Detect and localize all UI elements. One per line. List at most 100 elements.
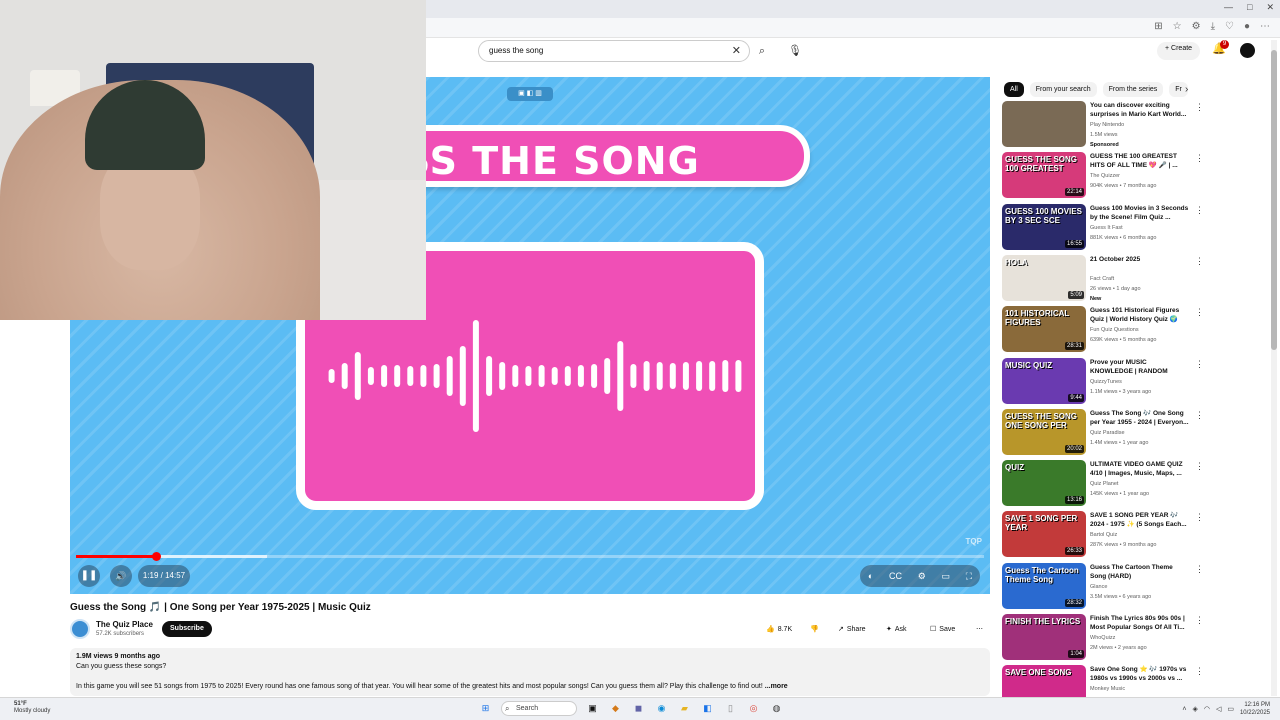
more-options-icon[interactable]: ⋮ — [1195, 461, 1204, 472]
microphone-icon[interactable]: 🎙 — [785, 41, 805, 61]
quiz-mode-toggle[interactable]: ▣ ◧ ▥ — [507, 87, 553, 101]
maximize-button[interactable]: □ — [1247, 2, 1252, 13]
more-options-icon[interactable]: ⋮ — [1195, 512, 1204, 523]
recommendation-title[interactable]: SAVE 1 SONG PER YEAR 🎶 2024 - 1975 ✨ (5 … — [1090, 511, 1190, 529]
pause-button[interactable]: ❚❚ — [78, 565, 100, 587]
channel-avatar[interactable] — [70, 619, 90, 639]
recommendation-item[interactable]: HOLA 5:09 21 October 2025 Fact Craft 26 view… — [1002, 254, 1204, 302]
account-avatar[interactable] — [1240, 43, 1255, 58]
extensions-icon[interactable]: ⚙ — [1192, 21, 1201, 32]
share-button[interactable]: ↗ Share — [832, 621, 872, 637]
taskbar-search[interactable]: ⌕ Search — [501, 701, 577, 716]
recommendation-title[interactable]: ULTIMATE VIDEO GAME QUIZ 4/10 | Images, … — [1090, 460, 1190, 478]
search-input[interactable]: guess the song ✕ — [478, 40, 750, 62]
store-icon[interactable]: ◧ — [700, 701, 715, 716]
subscribe-button[interactable]: Subscribe — [162, 621, 212, 637]
search-icon[interactable]: ⌕ — [752, 41, 772, 61]
tray-overflow-icon[interactable]: ˄ — [1182, 706, 1186, 713]
more-options-icon[interactable]: ⋮ — [1195, 256, 1204, 267]
wifi-icon[interactable]: ◠ — [1204, 705, 1210, 713]
recommendation-title[interactable]: Prove your MUSIC KNOWLEDGE | RANDOM MUSI… — [1090, 358, 1190, 376]
fullscreen-icon[interactable]: ⛶ — [966, 571, 972, 582]
weather-widget[interactable]: 51°F Mostly cloudy — [14, 701, 50, 715]
more-options-icon[interactable]: ⋮ — [1195, 666, 1204, 677]
recommendation-channel[interactable]: Quiz Planet — [1090, 481, 1118, 487]
task-view-icon[interactable]: ▣ — [585, 701, 600, 716]
recommendation-item[interactable]: QUIZ 13:16 ULTIMATE VIDEO GAME QUIZ 4/10 |… — [1002, 460, 1204, 507]
progress-bar[interactable] — [76, 552, 984, 561]
recommendation-title[interactable]: You can discover exciting surprises in M… — [1090, 101, 1190, 119]
recommendation-title[interactable]: Save One Song ⭐ 🎶 1970s vs 1980s vs 1990… — [1090, 665, 1190, 683]
recommendation-title[interactable]: 21 October 2025 — [1090, 255, 1190, 273]
chrome-icon[interactable]: ◎ — [746, 701, 761, 716]
recommendation-title[interactable]: Guess The Cartoon Theme Song (HARD) — [1090, 563, 1190, 581]
video-thumbnail[interactable]: GUESS THE SONG 100 GREATEST 22:14 — [1002, 152, 1086, 199]
recommendation-title[interactable]: Guess The Song 🎶 One Song per Year 1955 … — [1090, 409, 1190, 427]
dislike-button[interactable]: 👎 — [804, 621, 825, 637]
save-button[interactable]: ☐ Save — [924, 621, 961, 637]
video-thumbnail[interactable]: GUESS THE SONG ONE SONG PER 20:02 — [1002, 408, 1086, 455]
more-options-icon[interactable]: ⋮ — [1195, 153, 1204, 164]
ask-button[interactable]: ✦ Ask — [880, 621, 913, 637]
settings-gear-icon[interactable]: ⚙ — [918, 571, 926, 582]
more-options-icon[interactable]: ⋮ — [1195, 359, 1204, 370]
more-options-icon[interactable]: ⋮ — [1195, 564, 1204, 575]
recommendation-item[interactable]: MUSIC QUIZ 9:44 Prove your MUSIC KNOWLEDGE… — [1002, 357, 1204, 404]
more-options-icon[interactable]: ⋮ — [1195, 205, 1204, 216]
more-actions-icon[interactable]: ⋯ — [970, 621, 989, 637]
recommendation-item[interactable]: GUESS THE SONG ONE SONG PER 20:02 Guess Th… — [1002, 408, 1204, 455]
downloads-icon[interactable]: ⤓ — [1211, 21, 1215, 32]
video-thumbnail[interactable]: HOLA 5:09 — [1002, 254, 1086, 301]
autoplay-toggle[interactable]: ◐ — [868, 571, 873, 581]
widgets-icon[interactable]: ◆ — [608, 701, 623, 716]
clear-search-icon[interactable]: ✕ — [732, 44, 741, 57]
recommendation-title[interactable]: Guess 100 Movies in 3 Seconds by the Sce… — [1090, 204, 1190, 222]
create-button[interactable]: + Create — [1157, 42, 1201, 60]
tray-app-icon[interactable]: ◈ — [1192, 705, 1197, 713]
more-options-icon[interactable]: ⋮ — [1195, 410, 1204, 421]
channel-watermark-icon[interactable]: TQP — [966, 537, 982, 546]
recommendation-item[interactable]: FINISH THE LYRICS 1:04 Finish The Lyrics 8… — [1002, 614, 1204, 660]
battery-icon[interactable]: ▭ — [1227, 705, 1234, 713]
recommendation-channel[interactable]: The Quizzer — [1090, 173, 1120, 179]
install-app-icon[interactable]: ⊞ — [1154, 21, 1162, 32]
recommendation-title[interactable]: Finish The Lyrics 80s 90s 00s | Most Pop… — [1090, 614, 1190, 632]
video-thumbnail[interactable]: FINISH THE LYRICS 1:04 — [1002, 614, 1086, 660]
recommendation-channel[interactable]: Monkey Music — [1090, 686, 1125, 692]
speaker-icon[interactable]: ◁ — [1216, 705, 1221, 713]
recommendation-item[interactable]: 101 HISTORICAL FIGURES 28:31 Guess 101 His… — [1002, 306, 1204, 353]
page-scrollbar[interactable] — [1271, 40, 1277, 696]
teams-icon[interactable]: ◼ — [631, 701, 646, 716]
browser-menu-icon[interactable]: ⋯ — [1260, 21, 1270, 32]
recommendation-channel[interactable]: Play Nintendo — [1090, 122, 1124, 128]
document-icon[interactable]: ▯ — [723, 701, 738, 716]
file-explorer-icon[interactable]: ▰ — [677, 701, 692, 716]
recommendation-item[interactable]: You can discover exciting surprises in M… — [1002, 101, 1204, 148]
video-thumbnail[interactable]: 101 HISTORICAL FIGURES 28:31 — [1002, 306, 1086, 353]
obs-icon[interactable]: ◍ — [769, 701, 784, 716]
edge-icon[interactable]: ◉ — [654, 701, 669, 716]
recommendation-channel[interactable]: Bartol Quiz — [1090, 532, 1117, 538]
recommendation-channel[interactable]: Glance — [1090, 584, 1107, 590]
recommendation-channel[interactable]: Fun Quiz Questions — [1090, 327, 1139, 333]
recommendation-title[interactable]: GUESS THE 100 GREATEST HITS OF ALL TIME … — [1090, 152, 1190, 170]
recommendation-item[interactable]: Guess The Cartoon Theme Song 28:32 Guess T… — [1002, 562, 1204, 609]
favorites-icon[interactable]: ♡ — [1225, 21, 1234, 32]
recommendation-item[interactable]: GUESS THE SONG 100 GREATEST 22:14 GUESS TH… — [1002, 152, 1204, 199]
chip-all[interactable]: All — [1004, 82, 1024, 97]
recommendation-title[interactable]: Guess 101 Historical Figures Quiz | Worl… — [1090, 306, 1190, 324]
video-thumbnail[interactable]: GUESS 100 MOVIES BY 3 SEC SCE 16:55 — [1002, 203, 1086, 250]
video-thumbnail[interactable]: SAVE 1 SONG PER YEAR 26:33 — [1002, 511, 1086, 558]
close-window-button[interactable]: ✕ — [1266, 2, 1274, 13]
video-thumbnail[interactable] — [1002, 101, 1086, 147]
progress-scrubber[interactable] — [151, 552, 161, 561]
description-box[interactable]: 1.9M views 9 months ago Can you guess th… — [70, 648, 990, 696]
recommendation-channel[interactable]: Quiz Paradise — [1090, 430, 1125, 436]
chip-from-the-series[interactable]: From the series — [1102, 82, 1164, 97]
more-options-icon[interactable]: ⋮ — [1195, 102, 1204, 113]
miniplayer-icon[interactable]: ▭ — [942, 571, 951, 582]
volume-icon[interactable]: 🔊 — [110, 565, 132, 587]
video-thumbnail[interactable]: QUIZ 13:16 — [1002, 460, 1086, 507]
minimize-button[interactable]: — — [1224, 2, 1233, 13]
channel-name[interactable]: The Quiz Place — [96, 620, 153, 629]
